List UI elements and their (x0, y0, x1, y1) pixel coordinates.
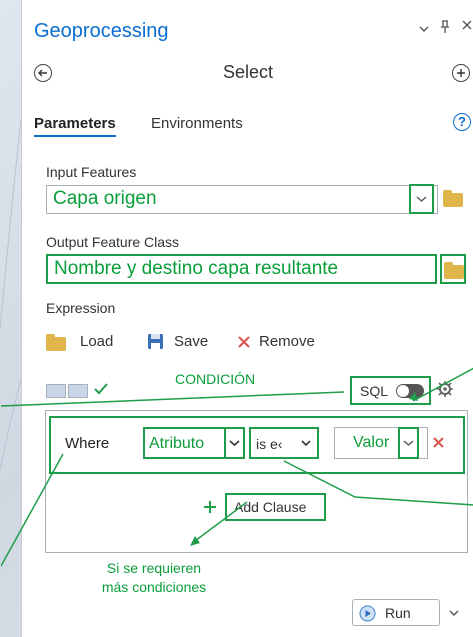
annotation-lines (1, 367, 473, 567)
geoprocessing-pane: Geoprocessing Select Parameters Environm… (1, 0, 473, 637)
